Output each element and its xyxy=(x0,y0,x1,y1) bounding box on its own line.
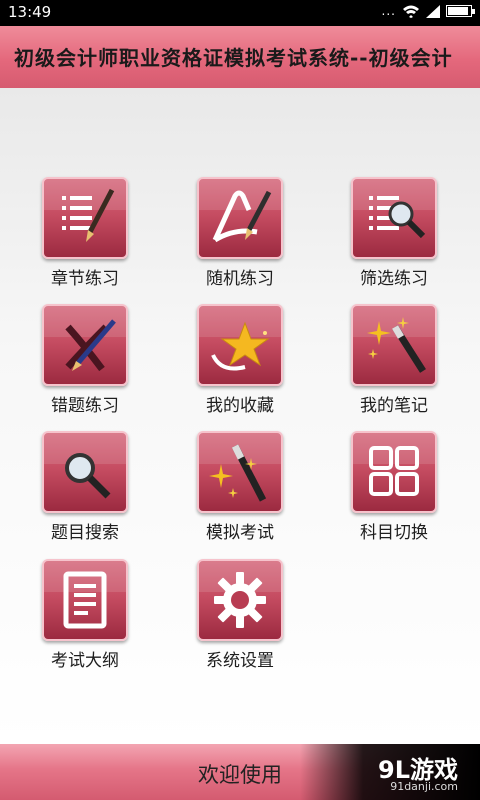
menu-item-label: 我的收藏 xyxy=(206,396,274,416)
menu-item-label: 我的笔记 xyxy=(360,396,428,416)
menu-item-label: 筛选练习 xyxy=(360,269,428,289)
menu-item-label: 错题练习 xyxy=(51,396,119,416)
battery-icon xyxy=(446,5,475,17)
menu-item-favorites[interactable]: 我的收藏 xyxy=(175,304,305,420)
app-title: 初级会计师职业资格证模拟考试系统--初级会计 xyxy=(14,46,453,70)
menu-item-label: 题目搜索 xyxy=(51,523,119,543)
menu-item-label: 模拟考试 xyxy=(206,523,274,543)
menu-item-exam-outline[interactable]: 考试大纲 xyxy=(20,559,150,675)
status-icons: ... xyxy=(381,4,475,18)
subject-switch-grid-icon xyxy=(369,446,419,496)
status-time: 13:49 xyxy=(8,3,52,21)
menu-item-question-search[interactable]: 题目搜索 xyxy=(20,431,150,547)
menu-item-label: 考试大纲 xyxy=(51,651,119,671)
wifi-icon xyxy=(403,5,419,18)
menu-item-chapter-practice[interactable]: 章节练习 xyxy=(20,177,150,293)
notification-dots-icon: ... xyxy=(381,4,396,18)
chapter-practice-icon xyxy=(62,188,115,242)
signal-icon xyxy=(426,4,440,18)
watermark-site: 91danji.com xyxy=(390,780,458,793)
menu-item-notes[interactable]: 我的笔记 xyxy=(329,304,459,420)
filter-practice-icon xyxy=(369,196,426,239)
menu-item-label: 系统设置 xyxy=(206,651,274,671)
menu-item-label: 科目切换 xyxy=(360,523,428,543)
menu-item-wrong-questions[interactable]: 错题练习 xyxy=(20,304,150,420)
status-bar: 13:49 ... xyxy=(0,0,480,26)
menu-item-filter-practice[interactable]: 筛选练习 xyxy=(329,177,459,293)
menu-item-mock-exam[interactable]: 模拟考试 xyxy=(175,431,305,547)
exam-outline-document-icon xyxy=(63,571,107,629)
menu-grid: 章节练习 随机练习 筛选练习 错题练习 我的收藏 我的笔记 题目搜索 模拟考试 … xyxy=(0,88,480,744)
search-magnifier-icon xyxy=(65,453,111,499)
watermark: 9L游戏 91danji.com xyxy=(300,744,480,800)
favorites-star-icon xyxy=(211,321,270,371)
random-practice-icon xyxy=(212,190,272,243)
notes-wand-icon xyxy=(367,317,426,373)
menu-item-label: 随机练习 xyxy=(206,269,274,289)
wrong-questions-icon xyxy=(65,319,116,372)
title-bar: 初级会计师职业资格证模拟考试系统--初级会计 xyxy=(0,26,480,88)
menu-item-system-settings[interactable]: 系统设置 xyxy=(175,559,305,675)
settings-gear-icon xyxy=(214,572,266,628)
mock-exam-wand-icon xyxy=(209,444,267,502)
menu-item-label: 章节练习 xyxy=(51,269,119,289)
menu-item-random-practice[interactable]: 随机练习 xyxy=(175,177,305,293)
menu-item-subject-switch[interactable]: 科目切换 xyxy=(329,431,459,547)
